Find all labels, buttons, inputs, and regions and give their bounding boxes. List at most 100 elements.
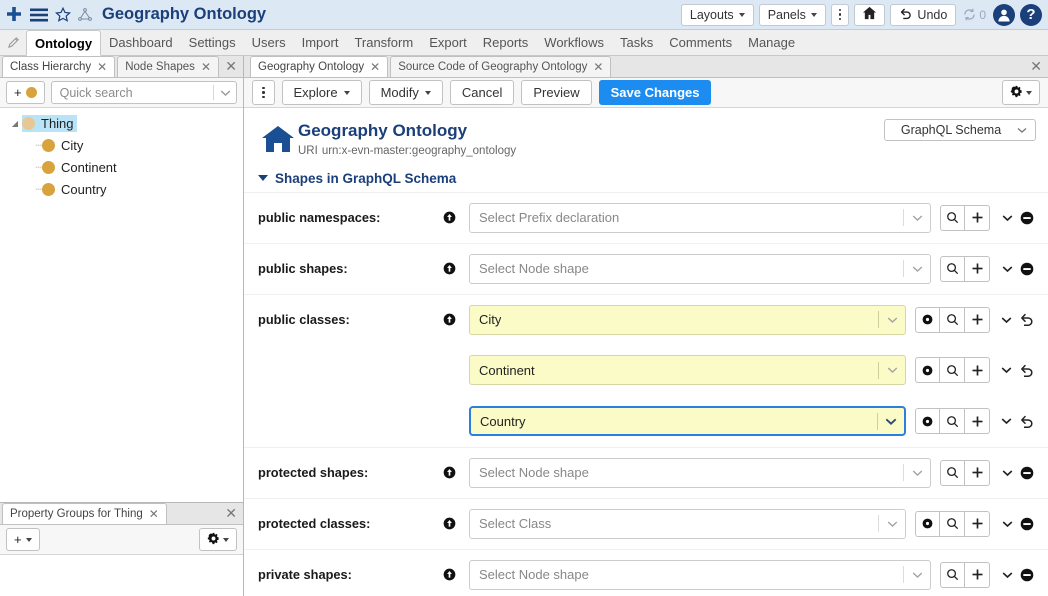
tree-item-city[interactable]: ┄ City: [0, 134, 243, 156]
info-button[interactable]: [915, 408, 940, 434]
editor-settings-button[interactable]: [1002, 80, 1040, 105]
chevron-down-icon[interactable]: [904, 214, 930, 222]
value-combobox[interactable]: Select Node shape: [469, 458, 931, 488]
close-icon[interactable]: ✕: [370, 61, 380, 73]
search-button[interactable]: [940, 205, 965, 231]
more-options-button[interactable]: [831, 4, 850, 26]
edit-pencil-icon[interactable]: [4, 30, 26, 55]
minus-circle-icon[interactable]: [1020, 517, 1034, 531]
add-value-icon[interactable]: [443, 517, 469, 530]
tab-source-code[interactable]: Source Code of Geography Ontology ✕: [390, 56, 611, 77]
chevron-down-icon[interactable]: [879, 316, 905, 324]
row-menu-chevron-icon[interactable]: [1002, 265, 1013, 273]
close-icon[interactable]: ✕: [201, 61, 211, 73]
add-button[interactable]: [965, 511, 990, 537]
value-combobox[interactable]: Select Prefix declaration: [469, 203, 931, 233]
section-header-shapes[interactable]: Shapes in GraphQL Schema: [244, 157, 1048, 192]
nav-item-dashboard[interactable]: Dashboard: [101, 30, 181, 55]
chevron-down-icon[interactable]: [904, 265, 930, 273]
close-icon[interactable]: ✕: [149, 508, 159, 520]
value-combobox[interactable]: Continent: [469, 355, 906, 385]
tree-item-thing[interactable]: ◢ Thing: [0, 112, 243, 134]
nav-item-reports[interactable]: Reports: [475, 30, 537, 55]
minus-circle-icon[interactable]: [1020, 262, 1034, 276]
tree-item-continent[interactable]: ┄ Continent: [0, 156, 243, 178]
close-icon[interactable]: ✕: [593, 61, 603, 73]
minus-circle-icon[interactable]: [1020, 211, 1034, 225]
add-value-icon[interactable]: [443, 313, 469, 326]
preview-button[interactable]: Preview: [521, 80, 591, 105]
add-value-icon[interactable]: [443, 466, 469, 479]
schema-dropdown[interactable]: GraphQL Schema: [884, 119, 1036, 141]
panel-close-icon[interactable]: ✕: [1030, 59, 1042, 73]
search-button[interactable]: [940, 357, 965, 383]
add-button[interactable]: [965, 205, 990, 231]
search-button[interactable]: [940, 562, 965, 588]
property-groups-settings-button[interactable]: [199, 528, 237, 551]
panel-close-icon[interactable]: ✕: [225, 506, 237, 520]
tab-geography-ontology[interactable]: Geography Ontology ✕: [250, 56, 388, 77]
layouts-button[interactable]: Layouts: [681, 4, 754, 26]
add-class-button[interactable]: +: [6, 81, 45, 104]
home-button[interactable]: [854, 4, 885, 26]
quick-search-input[interactable]: Quick search: [51, 81, 237, 104]
search-button[interactable]: [940, 460, 965, 486]
search-button[interactable]: [940, 511, 965, 537]
cancel-button[interactable]: Cancel: [450, 80, 514, 105]
chevron-down-icon[interactable]: [878, 417, 904, 426]
minus-circle-icon[interactable]: [1020, 568, 1034, 582]
chevron-down-icon[interactable]: [879, 366, 905, 374]
tab-class-hierarchy[interactable]: Class Hierarchy ✕: [2, 56, 115, 77]
save-changes-button[interactable]: Save Changes: [599, 80, 712, 105]
info-button[interactable]: [915, 307, 940, 333]
close-icon[interactable]: ✕: [97, 61, 107, 73]
add-value-icon[interactable]: [443, 211, 469, 224]
expand-collapse-icon[interactable]: ◢: [8, 119, 22, 128]
nav-item-workflows[interactable]: Workflows: [536, 30, 612, 55]
nav-item-tasks[interactable]: Tasks: [612, 30, 661, 55]
search-button[interactable]: [940, 408, 965, 434]
value-combobox-focused[interactable]: Country: [469, 406, 906, 436]
chevron-down-icon[interactable]: [214, 89, 236, 97]
value-combobox[interactable]: Select Class: [469, 509, 906, 539]
search-button[interactable]: [940, 307, 965, 333]
sync-status[interactable]: 0: [961, 8, 988, 22]
nav-item-ontology[interactable]: Ontology: [26, 30, 101, 56]
info-button[interactable]: [915, 511, 940, 537]
chevron-down-icon[interactable]: [904, 469, 930, 477]
row-menu-chevron-icon[interactable]: [1001, 316, 1012, 324]
help-icon[interactable]: ?: [1020, 4, 1042, 26]
row-menu-chevron-icon[interactable]: [1001, 366, 1012, 374]
user-avatar-icon[interactable]: [993, 4, 1015, 26]
star-favorite-icon[interactable]: [52, 2, 74, 28]
editor-more-button[interactable]: [252, 80, 275, 105]
tab-property-groups[interactable]: Property Groups for Thing ✕: [2, 503, 167, 524]
row-menu-chevron-icon[interactable]: [1002, 214, 1013, 222]
undo-icon[interactable]: [1019, 414, 1034, 429]
tab-node-shapes[interactable]: Node Shapes ✕: [117, 56, 219, 77]
undo-button[interactable]: Undo: [890, 4, 956, 26]
undo-icon[interactable]: [1019, 312, 1034, 327]
nav-item-manage[interactable]: Manage: [740, 30, 803, 55]
nav-item-settings[interactable]: Settings: [181, 30, 244, 55]
plus-icon[interactable]: [2, 2, 26, 28]
nav-item-comments[interactable]: Comments: [661, 30, 740, 55]
modify-button[interactable]: Modify: [369, 80, 443, 105]
panel-close-icon[interactable]: ✕: [225, 59, 237, 73]
tree-item-country[interactable]: ┄ Country: [0, 178, 243, 200]
row-menu-chevron-icon[interactable]: [1002, 571, 1013, 579]
row-menu-chevron-icon[interactable]: [1002, 469, 1013, 477]
explore-button[interactable]: Explore: [282, 80, 362, 105]
add-button[interactable]: [965, 307, 990, 333]
panels-button[interactable]: Panels: [759, 4, 826, 26]
nav-item-users[interactable]: Users: [244, 30, 294, 55]
add-button[interactable]: [965, 408, 990, 434]
chevron-down-icon[interactable]: [904, 571, 930, 579]
hamburger-menu-icon[interactable]: [26, 2, 52, 28]
add-button[interactable]: [965, 256, 990, 282]
value-combobox[interactable]: Select Node shape: [469, 560, 931, 590]
undo-icon[interactable]: [1019, 363, 1034, 378]
minus-circle-icon[interactable]: [1020, 466, 1034, 480]
row-menu-chevron-icon[interactable]: [1001, 417, 1012, 425]
search-button[interactable]: [940, 256, 965, 282]
